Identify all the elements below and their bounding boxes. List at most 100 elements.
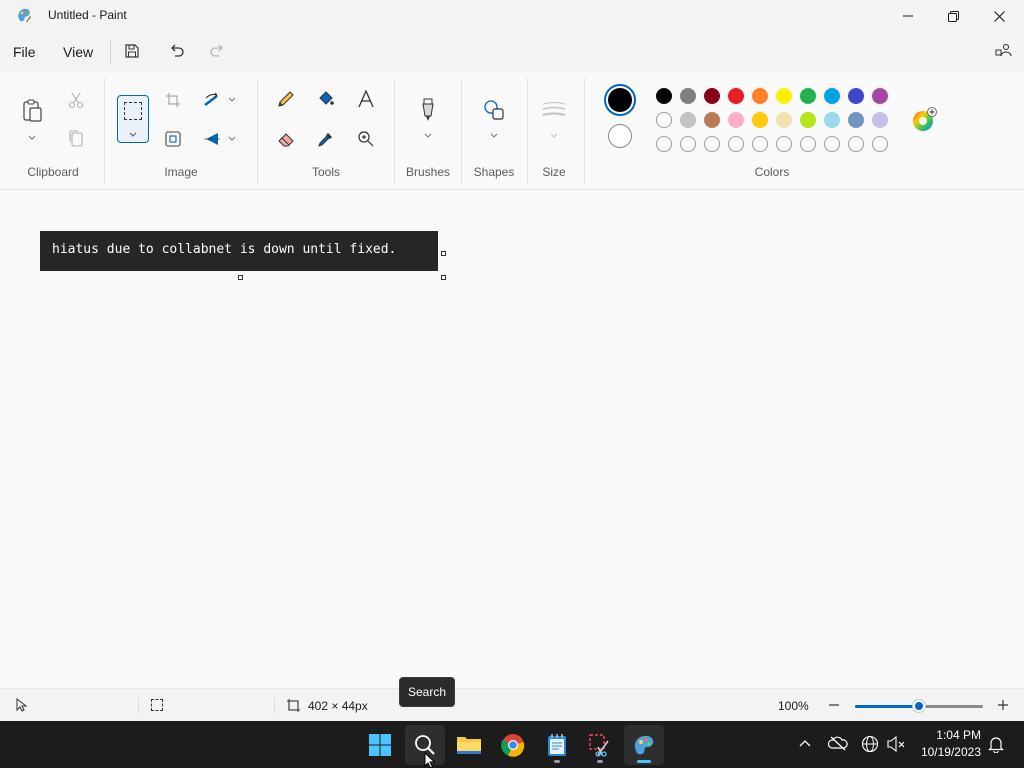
show-hidden-icons-chevron-icon[interactable] (798, 737, 812, 751)
status-bar: 402 × 44px 100% (0, 688, 1024, 721)
magnifier-icon[interactable] (354, 127, 378, 151)
size-chevron-icon (542, 124, 566, 148)
zoom-slider[interactable] (855, 700, 983, 712)
color-swatch[interactable] (848, 112, 864, 128)
flip-chevron-icon[interactable] (226, 127, 238, 151)
color-swatch[interactable] (704, 88, 720, 104)
pencil-icon[interactable] (274, 87, 298, 111)
zoom-level-text: 100% (778, 699, 809, 713)
ribbon-separator (394, 78, 395, 184)
resize-handle-bottom[interactable] (238, 275, 243, 280)
resize-handle-corner[interactable] (441, 275, 446, 280)
custom-color-slot[interactable] (776, 136, 792, 152)
ribbon-toolbar: Clipboard Image Tools Brushes Shapes Siz… (0, 72, 1024, 190)
cursor-position-icon (14, 697, 28, 715)
custom-color-slot[interactable] (824, 136, 840, 152)
snipping-tool-icon[interactable] (580, 725, 620, 765)
ribbon-separator (527, 78, 528, 184)
notepad-running-indicator (554, 760, 560, 763)
network-globe-icon[interactable] (861, 735, 879, 756)
canvas-size-text: 402 × 44px (308, 699, 368, 713)
custom-color-slot[interactable] (872, 136, 888, 152)
selection-size-icon (151, 699, 163, 711)
zoom-out-icon[interactable] (827, 698, 841, 712)
restore-button[interactable] (930, 0, 976, 32)
shapes-chevron-icon[interactable] (482, 124, 506, 148)
size-icon (542, 98, 566, 122)
eraser-icon[interactable] (274, 127, 298, 151)
custom-color-slot[interactable] (656, 136, 672, 152)
color-swatch[interactable] (776, 88, 792, 104)
redo-icon[interactable] (207, 41, 227, 61)
clock-time[interactable]: 1:04 PM (916, 728, 981, 742)
color-swatch[interactable] (752, 112, 768, 128)
minimize-button[interactable] (885, 0, 931, 32)
close-button[interactable] (976, 0, 1022, 32)
start-icon[interactable] (360, 725, 400, 765)
fill-bucket-icon[interactable] (314, 87, 338, 111)
canvas-area[interactable]: hiatus due to collabnet is down until fi… (0, 191, 1024, 688)
color-swatch[interactable] (848, 88, 864, 104)
color-swatch[interactable] (656, 88, 672, 104)
color-swatch[interactable] (728, 112, 744, 128)
color-swatch[interactable] (752, 88, 768, 104)
text-tool-icon[interactable] (354, 87, 378, 111)
canvas-text-box[interactable]: hiatus due to collabnet is down until fi… (40, 231, 438, 271)
clock-date[interactable]: 10/19/2023 (912, 745, 981, 759)
custom-color-slot[interactable] (728, 136, 744, 152)
save-icon[interactable] (122, 41, 142, 61)
color-swatch[interactable] (680, 88, 696, 104)
primary-color-button[interactable] (604, 84, 636, 116)
snipping-running-indicator (597, 760, 603, 763)
color-swatch[interactable] (680, 112, 696, 128)
copy-icon (64, 127, 88, 151)
file-explorer-icon[interactable] (449, 725, 489, 765)
notification-bell-icon[interactable] (988, 735, 1004, 756)
cut-icon (64, 88, 88, 112)
paint-taskbar-icon[interactable] (624, 725, 664, 765)
zoom-slider-thumb[interactable] (913, 700, 925, 712)
onedrive-offline-icon[interactable] (827, 735, 848, 754)
color-swatch[interactable] (872, 112, 888, 128)
color-swatch[interactable] (656, 112, 672, 128)
flip-icon[interactable] (200, 127, 224, 151)
rotate-chevron-icon[interactable] (226, 88, 238, 112)
select-button[interactable] (117, 95, 149, 143)
custom-color-slot[interactable] (704, 136, 720, 152)
view-menu[interactable]: View (63, 44, 93, 60)
color-swatch[interactable] (800, 112, 816, 128)
canvas-size-icon (287, 699, 300, 715)
custom-color-slot[interactable] (752, 136, 768, 152)
menu-bar: File View (0, 32, 1024, 72)
brushes-chevron-icon[interactable] (416, 124, 440, 148)
colors-group-label: Colors (754, 165, 790, 179)
edit-colors-icon[interactable] (910, 106, 938, 134)
account-icon[interactable] (994, 41, 1014, 61)
file-menu[interactable]: File (13, 44, 36, 60)
custom-color-slot[interactable] (848, 136, 864, 152)
color-picker-icon[interactable] (314, 127, 338, 151)
secondary-color-button[interactable] (608, 124, 632, 148)
color-swatch[interactable] (728, 88, 744, 104)
zoom-in-icon[interactable] (996, 698, 1010, 712)
undo-icon[interactable] (167, 41, 187, 61)
paste-dropdown-chevron-icon[interactable] (20, 126, 44, 150)
chrome-icon[interactable] (493, 725, 533, 765)
volume-muted-icon[interactable] (886, 735, 906, 756)
color-swatch[interactable] (824, 112, 840, 128)
color-swatch[interactable] (872, 88, 888, 104)
color-swatch[interactable] (800, 88, 816, 104)
color-swatch[interactable] (704, 112, 720, 128)
paint-active-indicator (637, 760, 651, 763)
color-swatch[interactable] (776, 112, 792, 128)
paste-icon[interactable] (20, 98, 44, 124)
custom-color-slot[interactable] (800, 136, 816, 152)
shapes-icon[interactable] (482, 98, 506, 122)
notepad-icon[interactable] (537, 725, 577, 765)
resize-handle-right[interactable] (441, 251, 446, 256)
custom-color-slot[interactable] (680, 136, 696, 152)
brush-icon[interactable] (416, 98, 440, 122)
rotate-icon[interactable] (200, 88, 224, 112)
resize-icon[interactable] (161, 127, 185, 151)
color-swatch[interactable] (824, 88, 840, 104)
